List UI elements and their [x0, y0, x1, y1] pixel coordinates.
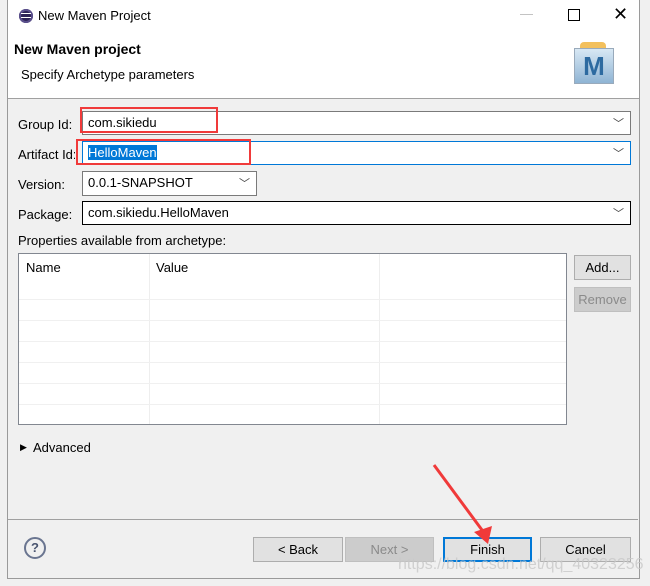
chevron-down-icon[interactable]: ﹀	[613, 145, 624, 161]
version-value: 0.0.1-SNAPSHOT	[88, 175, 193, 190]
chevron-down-icon[interactable]: ﹀	[613, 115, 624, 131]
column-header-name[interactable]: Name	[26, 260, 61, 275]
expand-arrow-icon[interactable]: ▶	[20, 442, 27, 453]
wizard-header: New Maven project Specify Archetype para…	[8, 32, 639, 99]
properties-label: Properties available from archetype:	[18, 233, 227, 248]
package-value: com.sikiedu.HelloMaven	[88, 205, 229, 220]
version-combo[interactable]: 0.0.1-SNAPSHOT ﹀	[82, 171, 257, 196]
page-title: New Maven project	[14, 41, 141, 57]
artifact-id-label: Artifact Id:	[18, 147, 75, 162]
group-id-label: Group Id:	[18, 117, 73, 132]
chevron-down-icon[interactable]: ﹀	[239, 175, 250, 191]
close-button[interactable]: ✕	[613, 4, 628, 25]
maven-logo-icon: M	[574, 42, 614, 84]
package-label: Package:	[18, 207, 73, 222]
column-header-value[interactable]: Value	[156, 260, 188, 275]
chevron-down-icon[interactable]: ﹀	[613, 205, 624, 221]
back-button[interactable]: < Back	[253, 537, 343, 562]
properties-table[interactable]: Name Value	[18, 253, 567, 425]
maximize-button[interactable]	[568, 9, 580, 21]
highlight-box	[80, 107, 218, 133]
minimize-button[interactable]: —	[520, 6, 533, 21]
footer-separator	[8, 519, 638, 520]
advanced-toggle[interactable]: Advanced	[33, 440, 91, 455]
help-icon[interactable]: ?	[24, 537, 46, 559]
add-button[interactable]: Add...	[574, 255, 631, 280]
highlight-box	[76, 139, 251, 165]
remove-button[interactable]: Remove	[574, 287, 631, 312]
window-title: New Maven Project	[38, 8, 151, 23]
page-subtitle: Specify Archetype parameters	[21, 67, 195, 82]
watermark: https://blog.csdn.net/qq_40323256	[398, 556, 644, 573]
title-bar: New Maven Project — ✕	[8, 0, 639, 32]
version-label: Version:	[18, 177, 65, 192]
annotation-arrow	[432, 464, 492, 544]
package-combo[interactable]: com.sikiedu.HelloMaven ﹀	[82, 201, 631, 225]
eclipse-icon	[19, 9, 33, 23]
